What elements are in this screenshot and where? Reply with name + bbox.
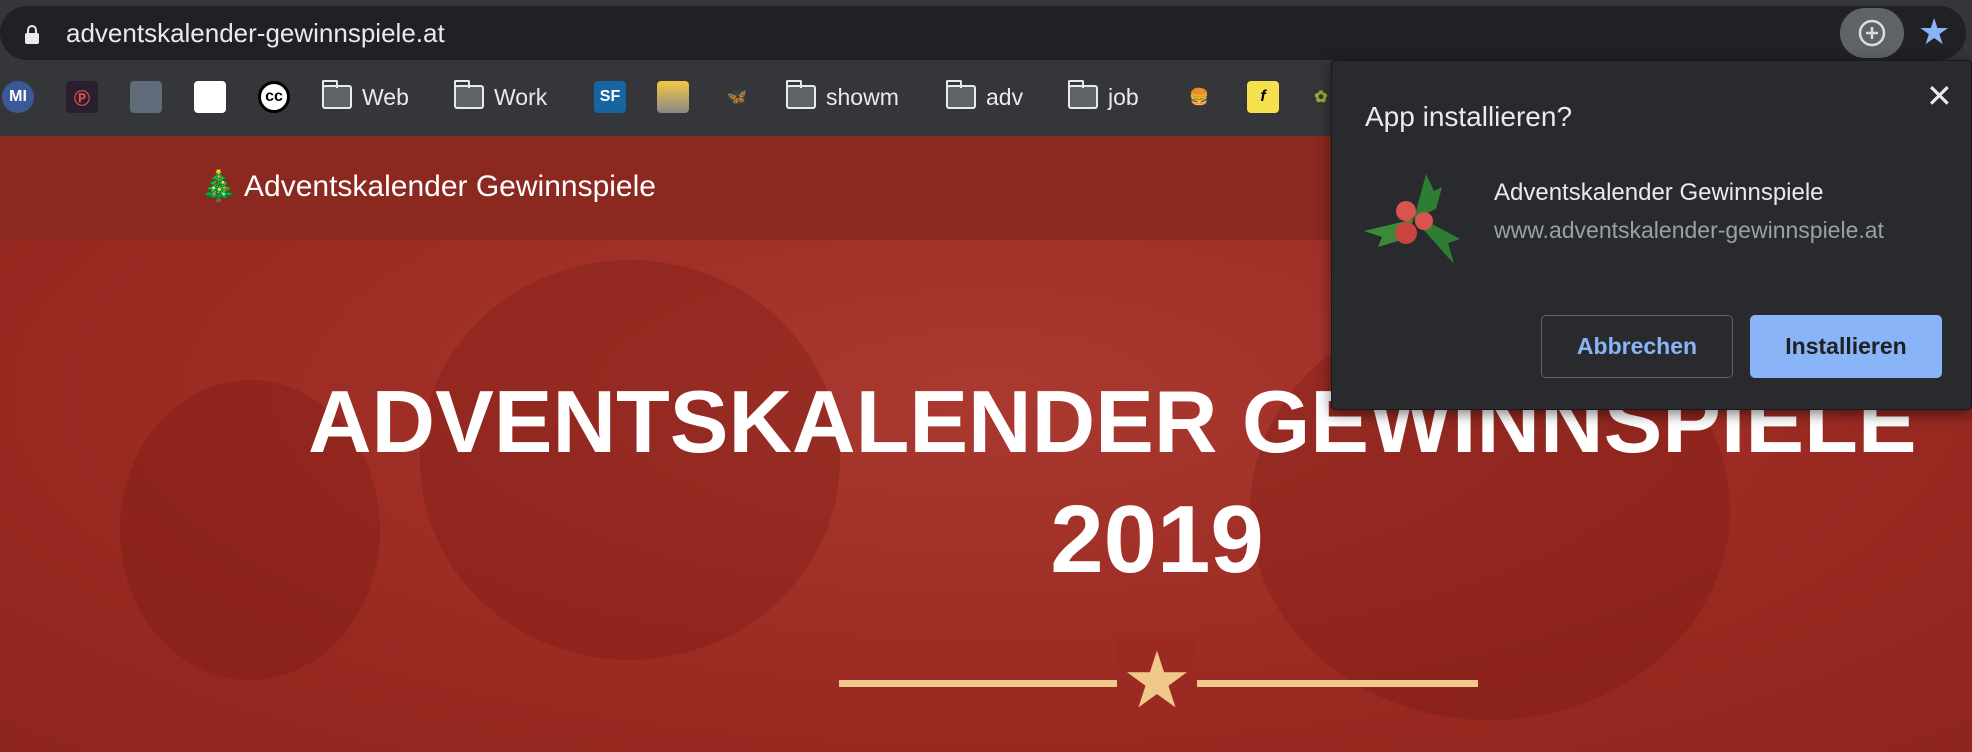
folder-icon [321,80,352,109]
hero-year: 2019 [1050,486,1264,593]
folder-icon [945,80,976,109]
close-icon[interactable]: ✕ [1926,79,1953,113]
dialog-title: App installieren? [1365,101,1573,132]
bookmark-monitor[interactable] [130,80,162,114]
app-name: Adventskalender Gewinnspiele [1494,179,1824,206]
bookmark-folder-job[interactable]: job [1067,80,1139,114]
site-title-link[interactable]: 🎄 Adventskalender Gewinnspiele [200,168,656,206]
bookmark-red-drop[interactable] [194,80,226,114]
install-button[interactable]: Installieren [1750,315,1942,378]
cancel-button[interactable]: Abbrechen [1541,315,1733,378]
mi-icon: MI [2,81,34,113]
monitor-icon [130,81,162,113]
folder-icon [1067,80,1098,109]
bookmark-folder-Web[interactable]: Web [321,80,409,114]
printer-icon [657,81,689,113]
folder-icon [785,80,816,109]
address-bar[interactable]: adventskalender-gewinnspiele.at [0,6,1966,60]
bookmark-burger[interactable]: 🍔 [1183,80,1215,114]
bookmark-mp[interactable]: Ⓟ [66,80,98,114]
bookmark-sf[interactable]: SF [594,80,626,114]
mp-icon: Ⓟ [66,81,98,113]
install-app-button[interactable] [1840,8,1904,58]
star-icon: ★ [1117,640,1197,720]
install-app-dialog: App installieren? ✕ Adventskalender Gewi… [1331,60,1972,410]
holly-app-icon [1364,174,1460,264]
bookmark-label: Work [494,83,548,110]
app-url: www.adventskalender-gewinnspiele.at [1494,217,1884,243]
butterfly-icon: 🦋 [727,89,747,106]
bookmark-mi[interactable]: MI [2,80,34,114]
red-drop-icon [194,81,226,113]
url-text[interactable]: adventskalender-gewinnspiele.at [66,19,445,47]
f-icon: f [1247,81,1279,113]
bookmark-f[interactable]: f [1247,80,1279,114]
bookmark-star-icon[interactable]: ★ [1918,12,1950,52]
bookmark-folder-showm[interactable]: showm [785,80,899,114]
creative-commons-icon: cc [258,81,290,113]
bookmark-creative-commons[interactable]: cc [258,80,290,114]
bookmark-folder-Work[interactable]: Work [453,80,548,114]
bookmark-label: adv [986,83,1024,110]
bookmark-label: showm [826,83,899,110]
plus-circle-icon [1858,19,1886,47]
burger-icon: 🍔 [1189,89,1209,106]
bookmark-butterfly[interactable]: 🦋 [721,80,753,114]
folder-icon [453,80,484,109]
lock-icon[interactable] [24,24,40,44]
bookmark-label: job [1108,83,1139,110]
bookmark-printer[interactable] [657,80,689,114]
bookmark-folder-adv[interactable]: adv [945,80,1024,114]
sf-icon: SF [594,81,626,113]
bookmark-label: Web [362,83,409,110]
